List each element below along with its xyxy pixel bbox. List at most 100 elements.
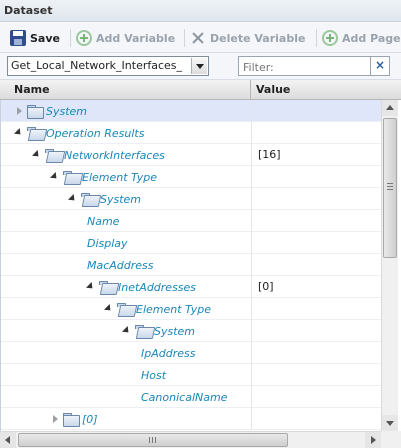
scrollbar-corner [381, 431, 401, 448]
tree-node-label: Element Type [82, 170, 158, 184]
chevron-down-icon[interactable] [191, 58, 207, 74]
scroll-right-arrow-icon[interactable] [365, 432, 381, 448]
expand-arrow-open-icon[interactable] [33, 151, 42, 160]
add-icon [76, 30, 92, 46]
folder-open-icon [63, 170, 79, 184]
tree-node: Host [141, 364, 166, 386]
tree-node: System [123, 320, 195, 342]
expand-arrow-closed-icon[interactable] [15, 106, 24, 116]
tree-node-label: [0] [82, 412, 98, 426]
grip-line [152, 437, 153, 443]
tree-node: NetworkInterfaces [33, 144, 165, 166]
tree-row[interactable]: InetAddresses [0] [1, 276, 381, 298]
tree-node-label: Element Type [136, 302, 212, 316]
tree-row[interactable]: Display [1, 232, 381, 254]
grip-line [155, 437, 156, 443]
cell-divider [251, 320, 252, 342]
folder-open-icon [99, 280, 115, 294]
toolbar-separator [316, 29, 317, 47]
filter-input[interactable] [238, 56, 372, 76]
expand-arrow-open-icon[interactable] [123, 327, 132, 336]
grip-line [387, 183, 393, 184]
grip-line [387, 186, 393, 187]
cell-divider [251, 144, 252, 166]
cell-divider [251, 188, 252, 210]
cell-divider [251, 254, 252, 276]
tree-node-label: Name [87, 214, 120, 228]
tree-row[interactable]: System [1, 100, 381, 122]
tree-node: Operation Results [15, 122, 144, 144]
tree-row[interactable]: Name [1, 210, 381, 232]
expand-arrow-open-icon[interactable] [87, 283, 96, 292]
tree-node: InetAddresses [87, 276, 196, 298]
tree-node: System [69, 188, 141, 210]
tree-node: Display [87, 232, 128, 254]
add-variable-button[interactable]: Add Variable [76, 29, 175, 47]
vertical-scrollbar[interactable] [381, 100, 398, 431]
add-icon [322, 30, 338, 46]
horizontal-scrollbar[interactable] [0, 431, 381, 448]
folder-open-icon [45, 148, 61, 162]
tree-row[interactable]: System [1, 320, 381, 342]
tree-node-label: System [154, 324, 196, 338]
expand-arrow-open-icon[interactable] [69, 195, 78, 204]
folder-open-icon [117, 302, 133, 316]
add-page-label: Add Page [342, 31, 401, 45]
dataset-select[interactable]: Get_Local_Network_Interfaces_ [7, 56, 209, 76]
tree-row[interactable]: Host [1, 364, 381, 386]
tree-row[interactable]: Element Type [1, 298, 381, 320]
cell-divider [251, 386, 252, 408]
tree-row[interactable]: IpAddress [1, 342, 381, 364]
toolbar: Save Add Variable Delete Variable Add Pa… [0, 23, 401, 53]
tree-row-value: [0] [258, 280, 274, 293]
save-button[interactable]: Save [10, 29, 60, 47]
folder-open-icon [81, 192, 97, 206]
cell-divider [251, 364, 252, 386]
tree-node: [0] [51, 408, 98, 430]
tree-node-label: CanonicalName [141, 390, 228, 404]
add-variable-label: Add Variable [96, 31, 176, 45]
save-icon [10, 30, 26, 46]
cell-divider [251, 210, 252, 232]
delete-variable-button[interactable]: Delete Variable [190, 29, 305, 47]
tree-node-label: NetworkInterfaces [64, 148, 165, 162]
tree-row[interactable]: MacAddress [1, 254, 381, 276]
tree-row[interactable]: Element Type [1, 166, 381, 188]
toolbar-separator [184, 29, 185, 47]
tree-node: MacAddress [87, 254, 154, 276]
tree-row[interactable]: [0] [1, 408, 381, 430]
tree-row[interactable]: System [1, 188, 381, 210]
folder-open-icon [135, 324, 151, 338]
cell-divider [251, 232, 252, 254]
scroll-left-arrow-icon[interactable] [0, 432, 16, 448]
panel-title: Dataset [0, 0, 401, 22]
tree-node-label: System [46, 104, 88, 118]
expand-arrow-closed-icon[interactable] [51, 414, 60, 424]
cell-divider [251, 298, 252, 320]
horizontal-scroll-thumb[interactable] [18, 433, 288, 447]
delete-icon [190, 30, 206, 46]
folder-icon [63, 412, 80, 427]
tree-row[interactable]: CanonicalName [1, 386, 381, 408]
tree-node-label: InetAddresses [118, 280, 197, 294]
expand-arrow-open-icon[interactable] [15, 129, 24, 138]
tree-row[interactable]: NetworkInterfaces [16] [1, 144, 381, 166]
tree-node-label: System [100, 192, 142, 206]
column-divider[interactable] [250, 80, 251, 100]
expand-arrow-open-icon[interactable] [105, 305, 114, 314]
cell-divider [251, 408, 252, 430]
delete-variable-label: Delete Variable [210, 31, 306, 45]
scroll-up-arrow-icon[interactable] [382, 100, 398, 116]
tree-node: CanonicalName [141, 386, 227, 408]
column-header-name[interactable]: Name [14, 83, 50, 96]
tree-row[interactable]: Operation Results [1, 122, 381, 144]
clear-filter-button[interactable]: × [370, 56, 390, 76]
tree-node: IpAddress [141, 342, 195, 364]
vertical-scroll-thumb[interactable] [383, 118, 397, 258]
add-page-button[interactable]: Add Page [322, 29, 401, 47]
expand-arrow-open-icon[interactable] [51, 173, 60, 182]
column-header-value[interactable]: Value [256, 83, 290, 96]
tree-row-value: [16] [258, 148, 281, 161]
grip-line [149, 437, 150, 443]
scroll-down-arrow-icon[interactable] [382, 415, 398, 431]
